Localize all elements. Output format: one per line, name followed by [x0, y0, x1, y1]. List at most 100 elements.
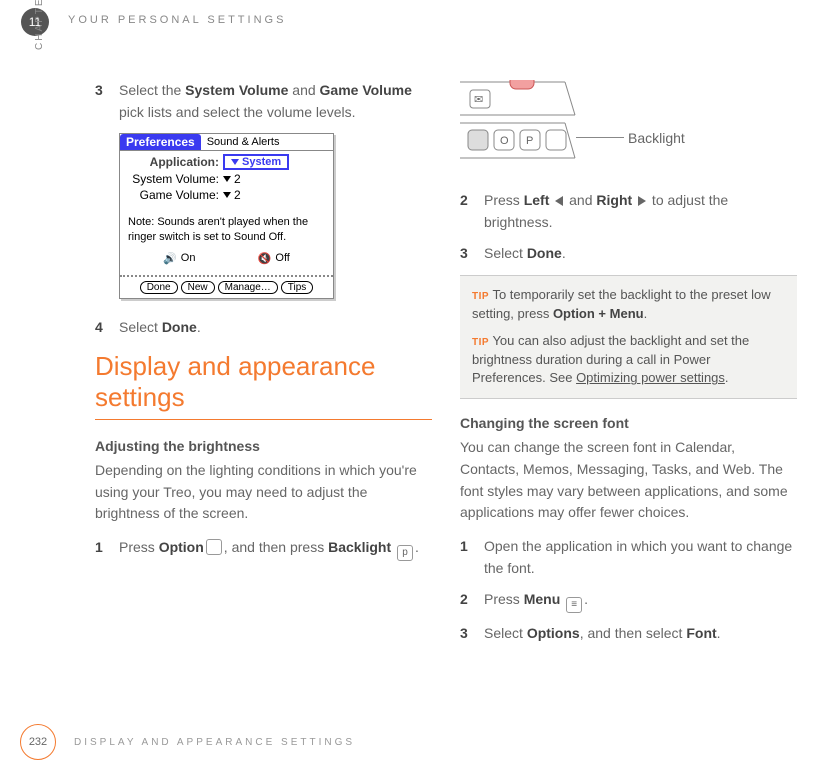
svg-text:✉: ✉ — [474, 94, 483, 106]
tip-box: TIP To temporarily set the backlight to … — [460, 275, 797, 399]
bold-text: Game Volume — [320, 82, 412, 98]
page-number: 232 — [20, 724, 56, 760]
text: Press — [484, 192, 524, 208]
text: Press — [484, 591, 524, 607]
bold-text: Menu — [524, 591, 561, 607]
text: . — [584, 591, 588, 607]
step-number: 4 — [95, 317, 119, 339]
section-title: Display and appearance settings — [95, 351, 432, 413]
prefs-body: Application: System System Volume: 2 Gam… — [120, 150, 333, 275]
chevron-down-icon — [223, 176, 231, 182]
step-number: 3 — [460, 623, 484, 645]
backlight-key-icon: p — [397, 545, 413, 561]
bold-text: Options — [527, 625, 580, 641]
brightness-step-2: 2 Press Left and Right to adjust the bri… — [460, 190, 797, 233]
step-4: 4 Select Done. — [95, 317, 432, 339]
step-body: Select Options, and then select Font. — [484, 623, 797, 645]
step-number: 2 — [460, 190, 484, 233]
left-arrow-icon — [555, 196, 563, 206]
bold-text: Left — [524, 192, 550, 208]
bold-text: Option — [159, 539, 204, 555]
text: , and then press — [224, 539, 328, 555]
keyboard-svg: ✉ O P — [460, 80, 580, 170]
step-body: Press Menu ≡. — [484, 589, 797, 613]
text: Select — [119, 319, 162, 335]
game-volume-value: 2 — [234, 188, 241, 202]
speaker-icon — [163, 252, 177, 265]
footer-section-title: DISPLAY AND APPEARANCE SETTINGS — [74, 737, 355, 748]
prefs-header: Preferences Sound & Alerts — [120, 134, 333, 150]
brightness-step-1: 1 Press Option, and then press Backlight… — [95, 537, 432, 561]
off-label: Off — [275, 252, 289, 264]
step-body: Select Done. — [119, 317, 432, 339]
option-key-icon — [206, 539, 222, 555]
chevron-down-icon — [223, 192, 231, 198]
tip-label: TIP — [472, 291, 489, 302]
paragraph: Depending on the lighting conditions in … — [95, 460, 432, 525]
step-number: 1 — [95, 537, 119, 561]
bold-text: Option + Menu — [553, 306, 644, 321]
prefs-subtitle: Sound & Alerts — [207, 134, 280, 150]
section-rule — [95, 419, 432, 420]
menu-key-icon: ≡ — [566, 597, 582, 613]
content-columns: 3 Select the System Volume and Game Volu… — [95, 80, 797, 655]
prefs-footer: Done New Manage… Tips — [120, 275, 333, 298]
application-dropdown: System — [223, 154, 289, 170]
font-step-2: 2 Press Menu ≡. — [460, 589, 797, 613]
step-number: 3 — [460, 243, 484, 265]
step-body: Open the application in which you want t… — [484, 536, 797, 579]
bold-text: System Volume — [185, 82, 288, 98]
text: and — [565, 192, 596, 208]
chapter-vertical-label: CHAPTER — [34, 0, 45, 50]
prefs-note: Note: Sounds aren't played when the ring… — [124, 203, 329, 252]
keyboard-figure: ✉ O P Backlight — [460, 80, 580, 170]
step-number: 3 — [95, 80, 119, 123]
tip-label: TIP — [472, 337, 489, 348]
callout-line — [576, 137, 624, 138]
bold-text: Done — [162, 319, 197, 335]
system-volume-label: System Volume: — [124, 172, 219, 186]
link-optimizing-power[interactable]: Optimizing power settings — [576, 370, 725, 385]
tips-button: Tips — [281, 281, 314, 294]
subheading-brightness: Adjusting the brightness — [95, 438, 432, 454]
paragraph: You can change the screen font in Calend… — [460, 437, 797, 524]
step-body: Press Option, and then press Backlight p… — [119, 537, 432, 561]
chevron-down-icon — [231, 159, 239, 165]
system-volume-value: 2 — [234, 172, 241, 186]
prefs-tab: Preferences — [120, 134, 201, 150]
done-button: Done — [140, 281, 178, 294]
text: Select — [484, 245, 527, 261]
text: . — [415, 539, 419, 555]
application-label: Application: — [124, 155, 219, 169]
step-number: 2 — [460, 589, 484, 613]
on-label: On — [181, 252, 196, 264]
text: Select the — [119, 82, 185, 98]
text: . — [717, 625, 721, 641]
text: pick lists and select the volume levels. — [119, 104, 356, 120]
manage-button: Manage… — [218, 281, 278, 294]
right-column: ✉ O P Backlight 2 Press Left and Right t… — [460, 80, 797, 655]
bold-text: Backlight — [328, 539, 391, 555]
step-3: 3 Select the System Volume and Game Volu… — [95, 80, 432, 123]
game-volume-label: Game Volume: — [124, 188, 219, 202]
text: . — [725, 370, 729, 385]
left-column: 3 Select the System Volume and Game Volu… — [95, 80, 432, 655]
text: . — [562, 245, 566, 261]
step-body: Press Left and Right to adjust the brigh… — [484, 190, 797, 233]
text: Select — [484, 625, 527, 641]
backlight-callout-label: Backlight — [628, 130, 685, 146]
text: . — [197, 319, 201, 335]
on-off-row: On Off — [124, 252, 329, 269]
new-button: New — [181, 281, 215, 294]
subheading-font: Changing the screen font — [460, 415, 797, 431]
bold-text: Font — [686, 625, 716, 641]
preferences-dialog-figure: Preferences Sound & Alerts Application: … — [119, 133, 334, 299]
svg-text:P: P — [526, 135, 533, 147]
text: . — [644, 306, 648, 321]
step-number: 1 — [460, 536, 484, 579]
font-step-1: 1 Open the application in which you want… — [460, 536, 797, 579]
bold-text: Done — [527, 245, 562, 261]
page-footer: 232 DISPLAY AND APPEARANCE SETTINGS — [20, 724, 355, 760]
text: , and then select — [580, 625, 687, 641]
step-body: Select the System Volume and Game Volume… — [119, 80, 432, 123]
